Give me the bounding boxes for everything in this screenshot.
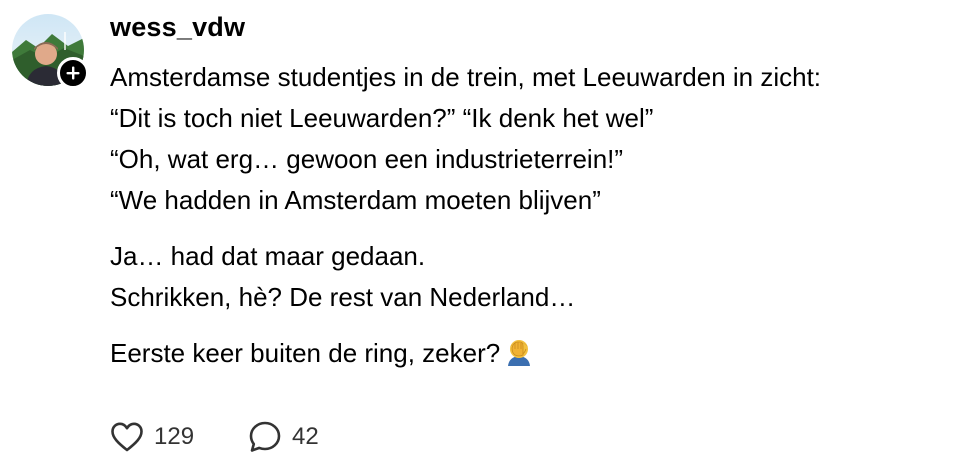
text-line: Amsterdamse studentjes in de trein, met …: [110, 62, 822, 92]
speech-bubble-icon: [249, 421, 281, 452]
text-line: Eerste keer buiten de ring, zeker?: [110, 338, 501, 368]
like-button[interactable]: 129: [110, 417, 194, 457]
text-line: Schrikken, hè? De rest van Nederland…: [110, 282, 576, 312]
reply-count: 42: [292, 423, 319, 450]
paragraph-2: Ja… had dat maar gedaan. Schrikken, hè? …: [110, 236, 955, 318]
paragraph-1: Amsterdamse studentjes in de trein, met …: [110, 57, 955, 221]
text-line: “We hadden in Amsterdam moeten blijven”: [110, 185, 601, 215]
username[interactable]: wess_vdw: [110, 9, 245, 45]
text-line-with-emoji: Eerste keer buiten de ring, zeker?: [110, 333, 955, 378]
follow-button[interactable]: [57, 57, 89, 89]
like-count: 129: [154, 423, 195, 450]
reply-button[interactable]: 42: [248, 417, 319, 457]
paragraph-3: Eerste keer buiten de ring, zeker?: [110, 333, 955, 378]
heart-icon: [111, 422, 143, 452]
post-body: Amsterdamse studentjes in de trein, met …: [110, 57, 955, 378]
post-actions: 129 42: [110, 417, 319, 457]
thread-post: wess_vdw Amsterdamse studentjes in de tr…: [0, 0, 958, 470]
text-line: Ja… had dat maar gedaan.: [110, 241, 426, 271]
text-line: “Oh, wat erg… gewoon een industrieterrei…: [110, 144, 624, 174]
facepalm-emoji-icon: [504, 336, 534, 378]
text-line: “Dit is toch niet Leeuwarden?” “Ik denk …: [110, 103, 654, 133]
plus-icon: [66, 66, 80, 80]
avatar-container: [12, 14, 89, 89]
